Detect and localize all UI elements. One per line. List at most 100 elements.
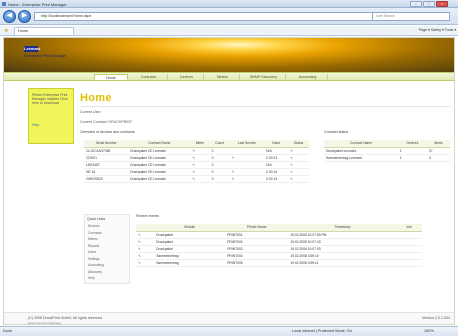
- main-content: Home Current User: Current Contract: DRU…: [78, 82, 454, 324]
- table-cell: HE 16: [84, 168, 129, 176]
- quick-link[interactable]: Reports: [88, 244, 99, 248]
- table-cell: Druckpaket: [154, 231, 226, 239]
- table-cell: 0: [209, 161, 230, 169]
- table-cell: [229, 161, 265, 169]
- quick-link[interactable]: Devices: [88, 224, 99, 228]
- edit-icon[interactable]: ✎: [288, 175, 309, 183]
- table-cell: 0: [209, 147, 230, 155]
- col-meter[interactable]: Meter: [190, 140, 210, 148]
- table-row[interactable]: ✎ Druckpaket PRINT003 19.02.2008 10:07:03: [136, 245, 422, 253]
- table-cell: 0.00 14: [264, 168, 289, 176]
- edit-icon[interactable]: ✎: [288, 161, 309, 169]
- table-cell: 0.00 14: [264, 175, 289, 183]
- col-value[interactable]: Value: [264, 140, 289, 148]
- table-cell: PRINT005: [225, 259, 289, 267]
- maximize-button[interactable]: □: [423, 1, 435, 7]
- table-row[interactable]: HE 16 Druckpaket CE Lexmark ✎ 0 ✎ 0.00 14 ✎: [84, 168, 309, 176]
- quick-link[interactable]: Contracts: [88, 231, 102, 235]
- edit-icon[interactable]: ✎: [136, 231, 155, 239]
- edit-icon[interactable]: ✎: [229, 168, 265, 176]
- table-row[interactable]: ✎ Druckpaket PRINT001 19.02.2008 10:07:59 P…: [136, 231, 422, 239]
- app-logo[interactable]: Lexmark Enterprise Print Manager: [24, 46, 86, 60]
- edit-icon[interactable]: ✎: [136, 245, 155, 253]
- menu-accounting[interactable]: Accounting: [288, 74, 328, 80]
- tab-home[interactable]: Home: [14, 27, 74, 35]
- menu-contracts[interactable]: Contracts: [130, 74, 168, 80]
- edit-icon[interactable]: ✎: [190, 175, 210, 183]
- table-cell: 1: [397, 154, 427, 162]
- col-last-service[interactable]: Last Service: [229, 140, 265, 148]
- menu-devices[interactable]: Devices: [170, 74, 204, 80]
- table-cell: LHE4457: [84, 161, 129, 169]
- table-row[interactable]: CLJCC4AH7389 Druckpaket CE Lexmark ✎ 0 N/A ✎: [84, 147, 309, 155]
- table-cell: 19.02.2008 3:59:11: [288, 259, 397, 267]
- quick-link[interactable]: Settings: [88, 257, 100, 261]
- edit-icon[interactable]: ✎: [190, 147, 210, 155]
- quick-link[interactable]: Accounting: [88, 263, 104, 267]
- favorites-star-icon[interactable]: ★: [4, 28, 8, 34]
- col-status[interactable]: Status: [288, 140, 309, 148]
- help-link[interactable]: Help: [32, 123, 39, 127]
- col-devices[interactable]: Devices: [397, 140, 427, 148]
- current-contract: Current Contract: DRUCKPRINT: [80, 120, 133, 124]
- col-serial[interactable]: Serial Number: [84, 140, 129, 148]
- close-button[interactable]: ×: [436, 1, 448, 7]
- table-row[interactable]: ✎ Sammelvertrag PRINT005 19.02.2008 3:59:11: [136, 259, 422, 267]
- main-menu: Home Contracts Devices Meters SNMP Disco…: [4, 72, 454, 81]
- quick-link[interactable]: Users: [88, 250, 96, 254]
- search-input[interactable]: Live Search: [372, 12, 450, 21]
- edit-icon[interactable]: ✎: [136, 252, 155, 260]
- address-bar[interactable]: http://localhost/epm/Home.aspx: [34, 12, 398, 21]
- minimize-button[interactable]: –: [410, 1, 422, 7]
- table-cell: Druckpaket CE Lexmark: [128, 147, 191, 155]
- quick-link[interactable]: Help: [88, 276, 95, 280]
- col-info[interactable]: Info: [396, 224, 422, 232]
- table-row[interactable]: ✎ Sammelvertrag PRINT004 19.02.2008 3:59:10: [136, 252, 422, 260]
- table-row[interactable]: Sammelvertrag Lexmark 1 3: [324, 154, 450, 162]
- table-cell: 27: [426, 147, 450, 155]
- download-box[interactable]: Printer Enterprise Print Manager Install…: [28, 88, 74, 144]
- col-timestamp[interactable]: Timestamp: [288, 224, 397, 232]
- quick-links-title: Quick Links: [87, 217, 106, 221]
- table-cell: Druckpaket CE Lexmark: [128, 154, 191, 162]
- table-row[interactable]: CMN70520 Druckpaket CE Lexmark ✎ 0 ✎ 0.00 14 ✎: [84, 175, 309, 183]
- col-contract[interactable]: Contract Name: [128, 140, 191, 148]
- col-count[interactable]: Count: [209, 140, 230, 148]
- edit-icon[interactable]: ✎: [190, 154, 210, 162]
- edit-icon[interactable]: ✎: [288, 168, 309, 176]
- edit-icon[interactable]: ✎: [288, 154, 309, 162]
- edit-icon[interactable]: ✎: [190, 168, 210, 176]
- devices-table: Serial Number Contract Name Meter Count …: [84, 140, 309, 183]
- table-cell: Sammelvertrag: [154, 252, 226, 260]
- current-user-label: Current User:: [80, 110, 102, 114]
- quick-link[interactable]: Discovery: [88, 270, 102, 274]
- menu-home[interactable]: Home: [94, 74, 128, 80]
- col-printer-name[interactable]: Printer Name: [225, 224, 289, 232]
- page-title: Home: [80, 92, 112, 104]
- edit-icon[interactable]: ✎: [229, 175, 265, 183]
- table-cell: Sammelvertrag Lexmark: [324, 154, 398, 162]
- back-button[interactable]: ◀: [3, 10, 16, 23]
- table-cell: Druckpaket Lexmark: [324, 147, 398, 155]
- edit-icon[interactable]: ✎: [190, 161, 210, 169]
- status-bar: Done Local intranet | Protected Mode: On…: [0, 326, 458, 336]
- edit-icon[interactable]: ✎: [288, 147, 309, 155]
- table-row[interactable]: Druckpaket Lexmark 1 27: [324, 147, 450, 155]
- edit-icon[interactable]: ✎: [229, 154, 265, 162]
- edit-icon[interactable]: ✎: [136, 238, 155, 246]
- col-contract-name[interactable]: Contract Name: [324, 140, 398, 148]
- edit-icon[interactable]: ✎: [136, 259, 155, 267]
- table-cell: PRINT002: [225, 238, 289, 246]
- col-module[interactable]: Module: [154, 224, 226, 232]
- forward-button[interactable]: ▶: [18, 10, 31, 23]
- table-row[interactable]: ✎ Druckpaket PRINT002 19.02.2008 10:07:43: [136, 238, 422, 246]
- table-cell: [396, 252, 422, 260]
- menu-snmp-discovery[interactable]: SNMP Discovery: [242, 74, 286, 80]
- menu-meters[interactable]: Meters: [206, 74, 240, 80]
- table-row[interactable]: CDKE1 Druckpaket CE Lexmark ✎ 0 ✎ 0.00 E1 ✎: [84, 154, 309, 162]
- zoom-level[interactable]: 100%: [424, 329, 434, 333]
- col-alerts[interactable]: Alerts: [426, 140, 450, 148]
- table-row[interactable]: LHE4457 Druckpaket CE Lexmark ✎ 0 N/A ✎: [84, 161, 309, 169]
- quick-link[interactable]: Meters: [88, 237, 98, 241]
- command-bar[interactable]: Page ▾ Safety ▾ Tools ▾: [300, 28, 456, 34]
